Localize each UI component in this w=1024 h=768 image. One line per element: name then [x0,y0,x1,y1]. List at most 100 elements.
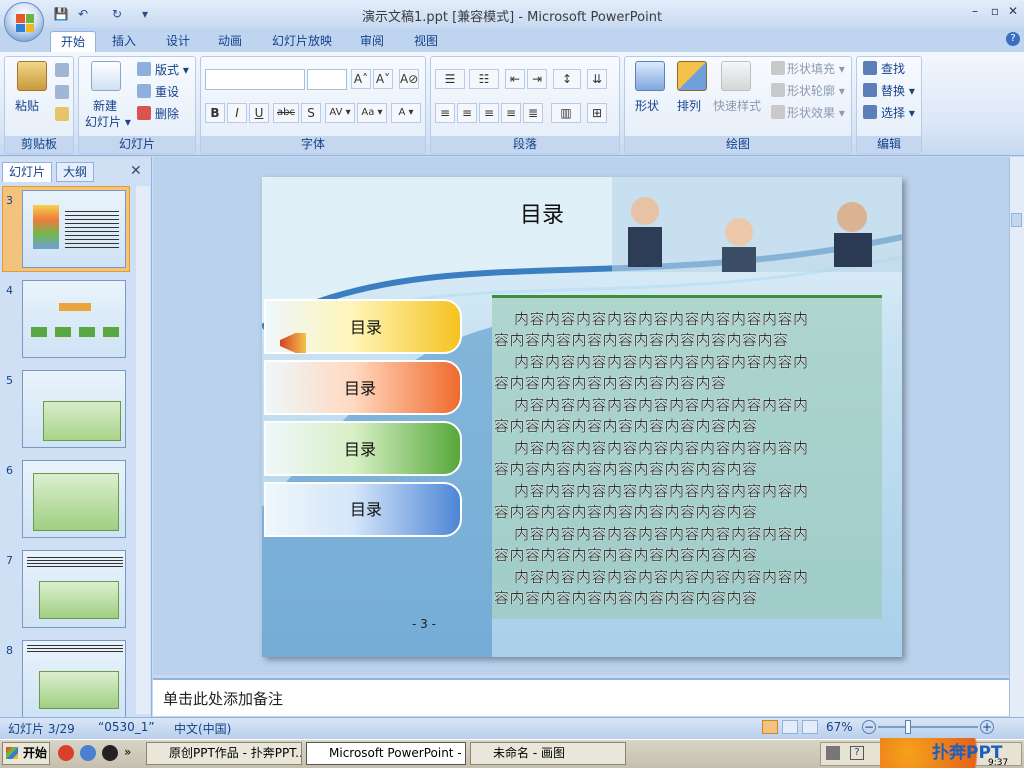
format-painter-icon[interactable] [55,107,69,121]
tab-design[interactable]: 设计 [156,31,200,52]
line-spacing-icon[interactable]: ↕ [553,69,581,89]
grow-font-button[interactable]: A˄ [351,69,371,89]
shapes-icon[interactable] [635,61,665,91]
decrease-indent-icon[interactable]: ⇤ [505,69,525,89]
paste-icon[interactable] [17,61,47,91]
panel-close-icon[interactable]: ✕ [130,163,142,179]
quick-styles-button[interactable]: 快速样式 [713,97,761,114]
quicklaunch-more-icon[interactable]: » [124,745,131,759]
slide-thumb-7[interactable] [22,550,126,628]
clear-format-button[interactable]: A⊘ [399,69,419,89]
find-icon[interactable] [863,61,877,75]
zoom-slider[interactable] [878,726,978,728]
quicklaunch-browser-icon[interactable] [58,745,74,761]
increase-indent-icon[interactable]: ⇥ [527,69,547,89]
tab-outline-panel[interactable]: 大纲 [56,162,95,182]
keyboard-icon[interactable] [826,746,840,760]
delete-icon[interactable] [137,106,151,120]
shape-effects-icon[interactable] [771,105,785,119]
arrange-icon[interactable] [677,61,707,91]
normal-view-icon[interactable] [762,720,778,734]
shape-fill-icon[interactable] [771,61,785,75]
taskbar-item-paint[interactable]: 未命名 - 画图 [470,742,626,765]
quicklaunch-ie-icon[interactable] [80,745,96,761]
content-textbox[interactable]: 内容内容内容内容内容内容内容内容内容内 容内容内容内容内容内容内容内容内容内容 … [492,295,882,619]
replace-icon[interactable] [863,83,877,97]
taskbar-item-powerpoint[interactable]: Microsoft PowerPoint - [... [306,742,466,765]
align-right-icon[interactable]: ≡ [479,103,499,123]
font-color-button[interactable]: A ▾ [391,103,421,123]
tab-insert[interactable]: 插入 [102,31,146,52]
taskbar-item-browser[interactable]: 原创PPT作品 - 扑奔PPT... [146,742,302,765]
align-left-icon[interactable]: ≡ [435,103,455,123]
new-slide-label-2[interactable]: 幻灯片 ▾ [85,113,131,130]
delete-button[interactable]: 删除 [155,105,179,122]
sorter-view-icon[interactable] [782,720,798,734]
numbering-icon[interactable]: ☷ [469,69,499,89]
language-indicator[interactable]: 中文(中国) [174,720,231,737]
slideshow-view-icon[interactable] [802,720,818,734]
find-button[interactable]: 查找 [881,60,905,77]
new-slide-label[interactable]: 新建 [93,97,117,114]
reset-button[interactable]: 重设 [155,83,179,100]
shape-outline-button[interactable]: 形状轮廓 ▾ [787,82,845,99]
underline-button[interactable]: U [249,103,269,123]
tab-review[interactable]: 审阅 [350,31,394,52]
layout-button[interactable]: 版式 ▾ [155,61,189,78]
slide-thumb-5[interactable] [22,370,126,448]
replace-button[interactable]: 替换 ▾ [881,82,915,99]
tab-view[interactable]: 视图 [404,31,448,52]
slide-thumb-4[interactable] [22,280,126,358]
select-icon[interactable] [863,105,877,119]
strikethrough-button[interactable]: abc [273,103,299,123]
justify-icon[interactable]: ≡ [501,103,521,123]
panel-scrollbar[interactable] [136,186,150,714]
tab-animations[interactable]: 动画 [208,31,252,52]
cut-icon[interactable] [55,63,69,77]
shape-fill-button[interactable]: 形状填充 ▾ [787,60,845,77]
minimize-button[interactable]: – [966,2,984,20]
main-scrollbar[interactable] [1009,157,1024,717]
tab-slides-panel[interactable]: 幻灯片 [2,162,53,182]
restore-button[interactable]: ▫ [986,2,1004,20]
reset-icon[interactable] [137,84,151,98]
notes-pane[interactable]: 单击此处添加备注 [153,678,1009,716]
change-case-button[interactable]: Aa ▾ [357,103,387,123]
arrange-button[interactable]: 排列 [677,97,701,114]
scroll-thumb[interactable] [1011,213,1022,227]
zoom-out-button[interactable]: − [862,720,876,734]
distribute-icon[interactable]: ≣ [523,103,543,123]
shape-effects-button[interactable]: 形状效果 ▾ [787,104,845,121]
bold-button[interactable]: B [205,103,225,123]
close-button[interactable]: ✕ [1004,2,1022,20]
zoom-slider-thumb[interactable] [905,720,911,734]
shadow-button[interactable]: S [301,103,321,123]
columns-icon[interactable]: ▥ [551,103,581,123]
slide-thumb-8[interactable] [22,640,126,718]
zoom-in-button[interactable]: + [980,720,994,734]
quicklaunch-qq-icon[interactable] [102,745,118,761]
tab-home[interactable]: 开始 [50,31,97,52]
text-direction-icon[interactable]: ⇊ [587,69,607,89]
quick-styles-icon[interactable] [721,61,751,91]
italic-button[interactable]: I [227,103,247,123]
shape-outline-icon[interactable] [771,83,785,97]
font-size-combo[interactable] [307,69,347,90]
layout-icon[interactable] [137,62,151,76]
align-center-icon[interactable]: ≡ [457,103,477,123]
office-button[interactable] [4,2,44,42]
shrink-font-button[interactable]: A˅ [373,69,393,89]
zoom-level[interactable]: 67% [826,720,853,734]
help-tray-icon[interactable]: ? [850,746,864,760]
tab-slideshow[interactable]: 幻灯片放映 [262,31,342,52]
smartart-icon[interactable]: ⊞ [587,103,607,123]
slide-title[interactable]: 目录 [512,197,572,229]
bullets-icon[interactable]: ☰ [435,69,465,89]
char-spacing-button[interactable]: AV ▾ [325,103,355,123]
new-slide-icon[interactable] [91,61,121,91]
copy-icon[interactable] [55,85,69,99]
slide-thumb-6[interactable] [22,460,126,538]
select-button[interactable]: 选择 ▾ [881,104,915,121]
shapes-button[interactable]: 形状 [635,97,659,114]
help-icon[interactable]: ? [1006,32,1020,46]
